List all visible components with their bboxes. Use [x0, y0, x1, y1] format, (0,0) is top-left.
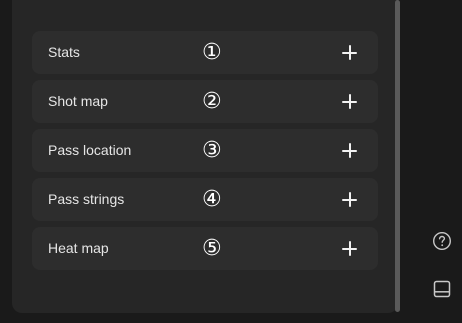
help-circle-icon[interactable] [432, 231, 452, 251]
circled-number: ② [202, 89, 222, 114]
plus-icon[interactable] [341, 93, 358, 110]
list-item-label: Shot map [48, 93, 108, 109]
scrollbar[interactable] [395, 0, 400, 312]
list-item-shot-map[interactable]: Shot map ② [32, 80, 378, 123]
list-item-label: Heat map [48, 240, 109, 256]
list-item-label: Stats [48, 44, 80, 60]
plus-icon[interactable] [341, 191, 358, 208]
options-list: Stats ① Shot map ② Pass location ③ Pass … [32, 31, 378, 276]
panel-layout-icon[interactable] [432, 279, 452, 299]
list-item-stats[interactable]: Stats ① [32, 31, 378, 74]
list-item-heat-map[interactable]: Heat map ⑤ [32, 227, 378, 270]
plus-icon[interactable] [341, 142, 358, 159]
circled-number: ④ [202, 187, 222, 212]
list-item-label: Pass location [48, 142, 132, 158]
options-panel: Stats ① Shot map ② Pass location ③ Pass … [12, 0, 398, 313]
app-frame: Stats ① Shot map ② Pass location ③ Pass … [0, 0, 462, 323]
circled-number: ① [202, 40, 222, 65]
circled-number: ⑤ [202, 236, 222, 261]
list-item-label: Pass strings [48, 191, 125, 207]
plus-icon[interactable] [341, 240, 358, 257]
list-item-pass-strings[interactable]: Pass strings ④ [32, 178, 378, 221]
circled-number: ③ [202, 138, 222, 163]
plus-icon[interactable] [341, 44, 358, 61]
list-item-pass-location[interactable]: Pass location ③ [32, 129, 378, 172]
